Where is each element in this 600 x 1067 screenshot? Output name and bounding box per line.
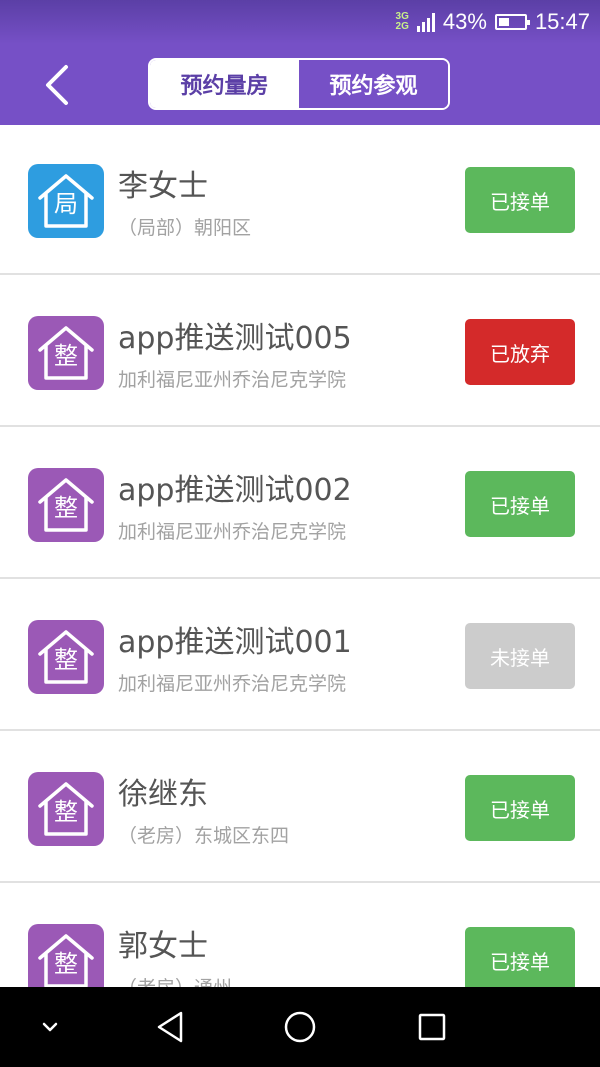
tab-measure-booking[interactable]: 预约量房 <box>150 60 299 108</box>
battery-percent: 43% <box>442 9 487 34</box>
customer-name: 郭女士 <box>118 929 208 964</box>
system-nav-bar <box>0 987 600 1067</box>
customer-name: app推送测试005 <box>118 321 352 356</box>
chevron-left-icon <box>46 65 68 105</box>
house-icon: 整 <box>28 772 104 846</box>
back-triangle-icon <box>157 1011 183 1043</box>
list-item[interactable]: 整 郭女士 （老房）通州 已接单 <box>0 885 600 987</box>
customer-address: （局部）朝阳区 <box>118 217 252 239</box>
customer-address: （老房）东城区东四 <box>118 825 290 847</box>
order-list: 局 李女士 （局部）朝阳区 已接单 整 app推送测试005 加利福尼亚州乔治尼… <box>0 125 600 987</box>
house-icon: 整 <box>28 316 104 390</box>
list-item[interactable]: 整 徐继东 （老房）东城区东四 已接单 <box>0 733 600 883</box>
battery-fill <box>498 18 509 26</box>
battery-icon <box>494 14 530 30</box>
list-item[interactable]: 整 app推送测试002 加利福尼亚州乔治尼克学院 已接单 <box>0 429 600 579</box>
network-type: 3G 2G <box>396 12 409 32</box>
clock: 15:47 <box>534 9 590 34</box>
house-icon: 整 <box>28 924 104 987</box>
home-circle-icon <box>284 1011 316 1043</box>
status-button[interactable]: 已接单 <box>465 775 575 841</box>
nav-home-button[interactable] <box>272 987 328 1067</box>
back-button[interactable] <box>30 62 84 108</box>
hide-nav-button[interactable] <box>26 987 74 1067</box>
status-button[interactable]: 已放弃 <box>465 319 575 385</box>
customer-address: 加利福尼亚州乔治尼克学院 <box>118 521 347 543</box>
status-button[interactable]: 已接单 <box>465 927 575 987</box>
network-bottom-label: 2G <box>395 21 409 32</box>
app-header: 预约量房 预约参观 <box>0 44 600 125</box>
house-icon-char: 整 <box>54 494 78 522</box>
house-icon: 整 <box>28 620 104 694</box>
house-icon-char: 局 <box>54 190 78 218</box>
nav-back-button[interactable] <box>142 987 198 1067</box>
customer-address: （老房）通州 <box>118 973 232 987</box>
house-icon: 整 <box>28 468 104 542</box>
nav-recents-button[interactable] <box>404 987 460 1067</box>
customer-address: 加利福尼亚州乔治尼克学院 <box>118 673 347 695</box>
customer-name: app推送测试001 <box>118 625 352 660</box>
customer-address: 加利福尼亚州乔治尼克学院 <box>118 369 347 391</box>
status-bar: 3G 2G 43% 15:47 <box>0 0 600 44</box>
signal-icon <box>416 12 435 32</box>
status-button[interactable]: 未接单 <box>465 623 575 689</box>
customer-name: 李女士 <box>118 169 208 204</box>
status-indicators: 3G 2G 43% 15:47 <box>396 8 590 36</box>
house-icon-char: 整 <box>54 342 78 370</box>
status-button[interactable]: 已接单 <box>465 471 575 537</box>
list-item[interactable]: 整 app推送测试005 加利福尼亚州乔治尼克学院 已放弃 <box>0 277 600 427</box>
customer-name: app推送测试002 <box>118 473 352 508</box>
house-icon-char: 整 <box>54 798 78 826</box>
list-item[interactable]: 局 李女士 （局部）朝阳区 已接单 <box>0 125 600 275</box>
list-item[interactable]: 整 app推送测试001 加利福尼亚州乔治尼克学院 未接单 <box>0 581 600 731</box>
recents-square-icon <box>418 1013 446 1041</box>
chevron-down-icon <box>42 1022 58 1032</box>
house-icon-char: 整 <box>54 646 78 674</box>
house-icon-char: 整 <box>54 950 78 978</box>
tab-visit-booking[interactable]: 预约参观 <box>299 60 448 108</box>
tab-switcher: 预约量房 预约参观 <box>148 58 450 110</box>
status-button[interactable]: 已接单 <box>465 167 575 233</box>
customer-name: 徐继东 <box>118 777 208 812</box>
house-icon: 局 <box>28 164 104 238</box>
